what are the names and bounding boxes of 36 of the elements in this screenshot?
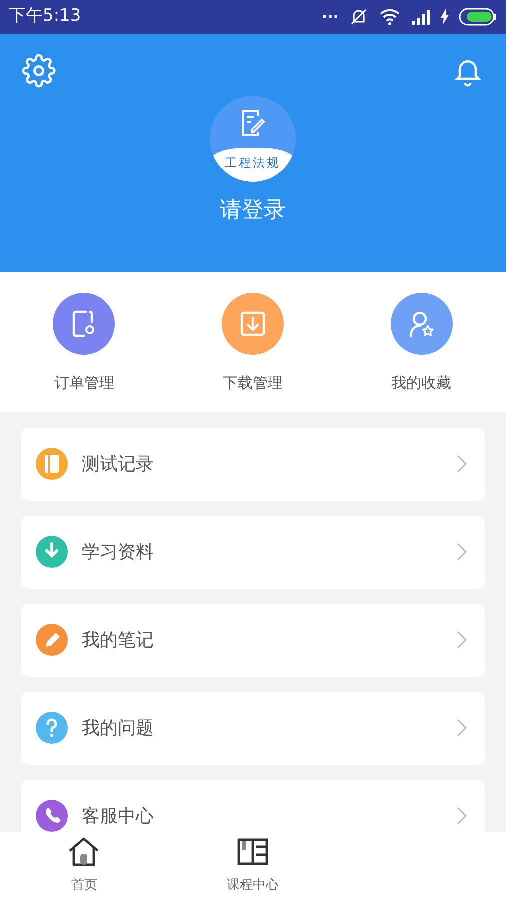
menu-label: 学习资料: [82, 541, 155, 565]
muted-bell-icon: [349, 8, 369, 26]
logo-text: 工程法规: [225, 155, 281, 172]
menu-item[interactable]: 客服中心: [21, 780, 485, 832]
house-icon: [67, 837, 102, 867]
menu-item[interactable]: 测试记录: [21, 428, 485, 501]
menu-item[interactable]: 我的笔记: [21, 604, 485, 677]
chevron-right-icon: [457, 543, 467, 561]
quick-action-label[interactable]: 下载管理: [222, 372, 283, 394]
question-icon: [35, 711, 69, 745]
pencil-icon: [35, 623, 69, 657]
chevron-right-icon: [457, 719, 467, 737]
battery-icon: [459, 8, 497, 26]
tab-button[interactable]: 首页: [0, 832, 169, 900]
charging-icon: [441, 9, 449, 25]
chevron-right-icon: [457, 631, 467, 649]
notebook-icon: [35, 447, 69, 481]
status-time: 下午5:13: [9, 5, 82, 28]
menu-item[interactable]: 学习资料: [21, 516, 485, 589]
chevron-right-icon: [457, 807, 467, 825]
quick-action-label[interactable]: 我的收藏: [392, 372, 452, 394]
menu-label: 我的问题: [82, 717, 155, 741]
download-icon: [35, 535, 69, 569]
settings-icon[interactable]: [22, 54, 56, 88]
document-pen-icon: [240, 108, 266, 138]
menu-label: 测试记录: [82, 453, 155, 477]
wifi-icon: [379, 8, 401, 26]
menu-label: 客服中心: [82, 805, 155, 829]
menu-label: 我的笔记: [82, 629, 155, 653]
menu-item[interactable]: 我的问题: [21, 692, 485, 765]
status-dots: ...: [322, 6, 339, 20]
chevron-right-icon: [457, 455, 467, 473]
book-icon: [236, 837, 270, 867]
quick-action-label[interactable]: 订单管理: [54, 372, 114, 394]
signal-icon: [411, 9, 431, 25]
tab-button[interactable]: 课程中心: [168, 832, 338, 900]
